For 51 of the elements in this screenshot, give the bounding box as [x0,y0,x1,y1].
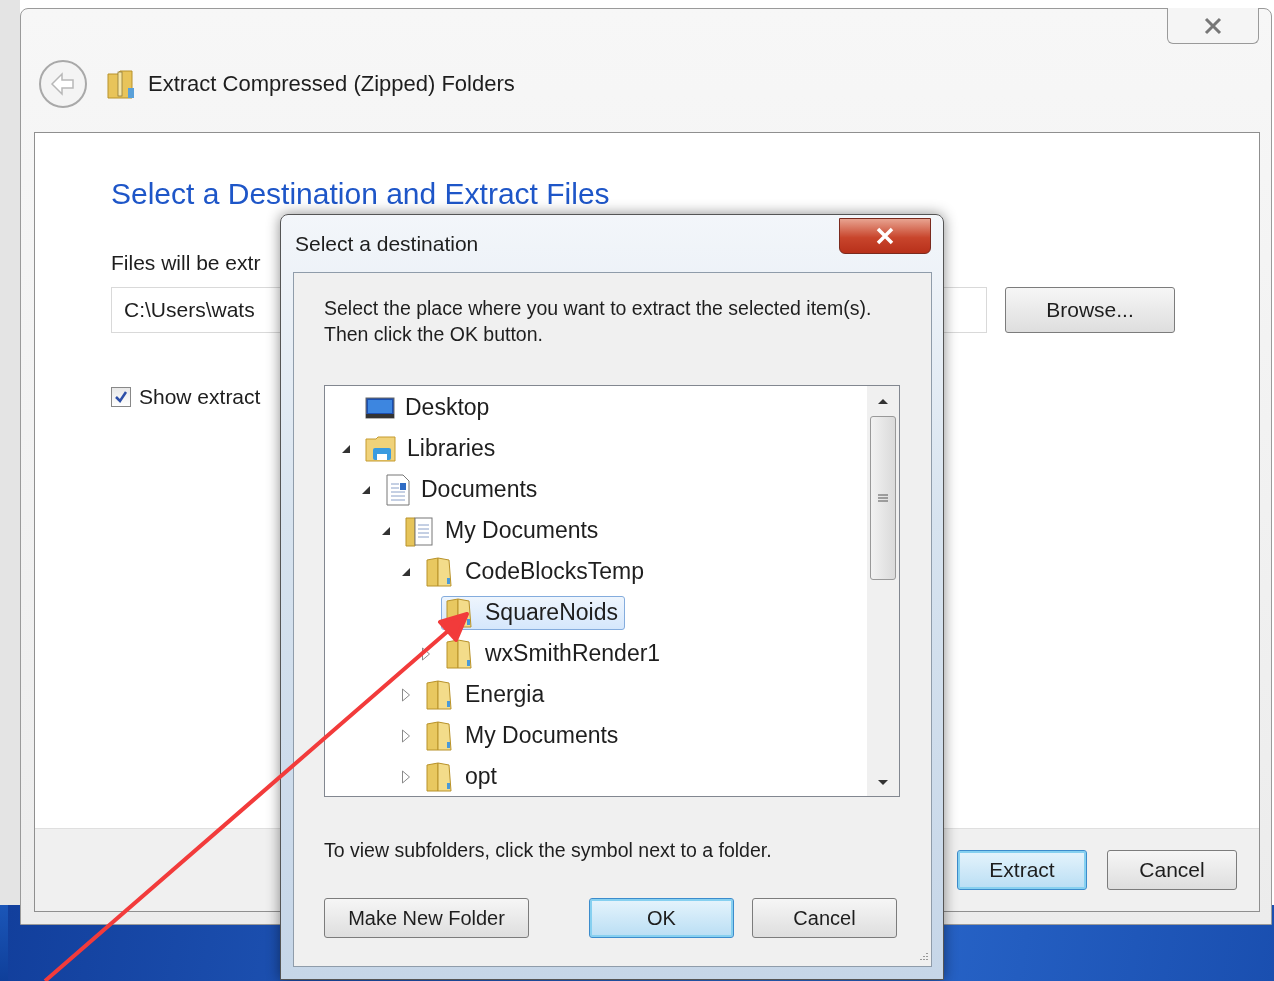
collapsed-triangle-icon[interactable] [401,769,411,784]
tree-item[interactable]: Libraries [361,431,503,466]
footer-button[interactable]: Extract [957,850,1087,890]
document-folder-icon [405,514,435,547]
folder-icon [425,719,455,752]
tree-item[interactable]: My Documents [401,513,606,548]
expanded-triangle-icon[interactable] [361,484,371,495]
folder-icon [425,555,455,588]
window-title: Extract Compressed (Zipped) Folders [148,70,515,97]
page-heading: Select a Destination and Extract Files [111,177,611,211]
destination-label: Files will be extr [111,251,262,275]
scrollbar[interactable] [867,386,899,796]
scrollbar-thumb[interactable] [870,416,896,580]
desktop-icon [365,394,395,421]
tree-item[interactable]: Documents [381,472,545,507]
tree-item[interactable]: wxSmithRender1 [441,636,668,671]
tree-item[interactable]: CodeBlocksTemp [421,554,651,589]
checkbox[interactable] [111,387,131,407]
back-button[interactable] [38,58,88,109]
folder-icon [445,637,475,670]
dialog-button[interactable]: Cancel [752,898,897,938]
document-icon [385,473,411,506]
folder-icon [425,760,455,793]
expanded-triangle-icon[interactable] [381,525,391,536]
tree-item[interactable]: My Documents [421,718,626,753]
expanded-triangle-icon[interactable] [341,443,351,454]
close-button[interactable] [1167,8,1259,44]
hint-text: To view subfolders, click the symbol next to a folder. [324,839,773,862]
scroll-down-icon[interactable] [876,778,890,788]
footer-button[interactable]: Cancel [1107,850,1237,890]
close-button[interactable] [839,218,931,254]
dialog-button[interactable]: OK [589,898,734,938]
zip-folder-icon [106,67,136,100]
tree-item[interactable]: opt [421,759,504,794]
dialog-button[interactable]: Make New Folder [324,898,529,938]
checkbox-label: Show extract [139,385,261,409]
instructions-text: Select the place where you want to extract the selected item(s). Then click the OK button. [324,296,873,347]
grip-icon [877,493,889,503]
tree-item[interactable]: Energia [421,677,552,712]
collapsed-triangle-icon[interactable] [401,687,411,702]
expanded-triangle-icon[interactable] [401,566,411,577]
tree-item[interactable]: Desktop [361,390,497,425]
tree-item[interactable]: SquareNoids [441,595,625,630]
browse-button[interactable]: Browse... [1005,287,1175,333]
close-icon [1202,16,1224,35]
folder-icon [425,678,455,711]
close-icon [874,227,896,245]
scroll-up-icon[interactable] [876,396,890,406]
library-folder-icon [365,434,397,463]
collapsed-triangle-icon[interactable] [401,728,411,743]
dialog-title: Select a destination [295,232,479,256]
